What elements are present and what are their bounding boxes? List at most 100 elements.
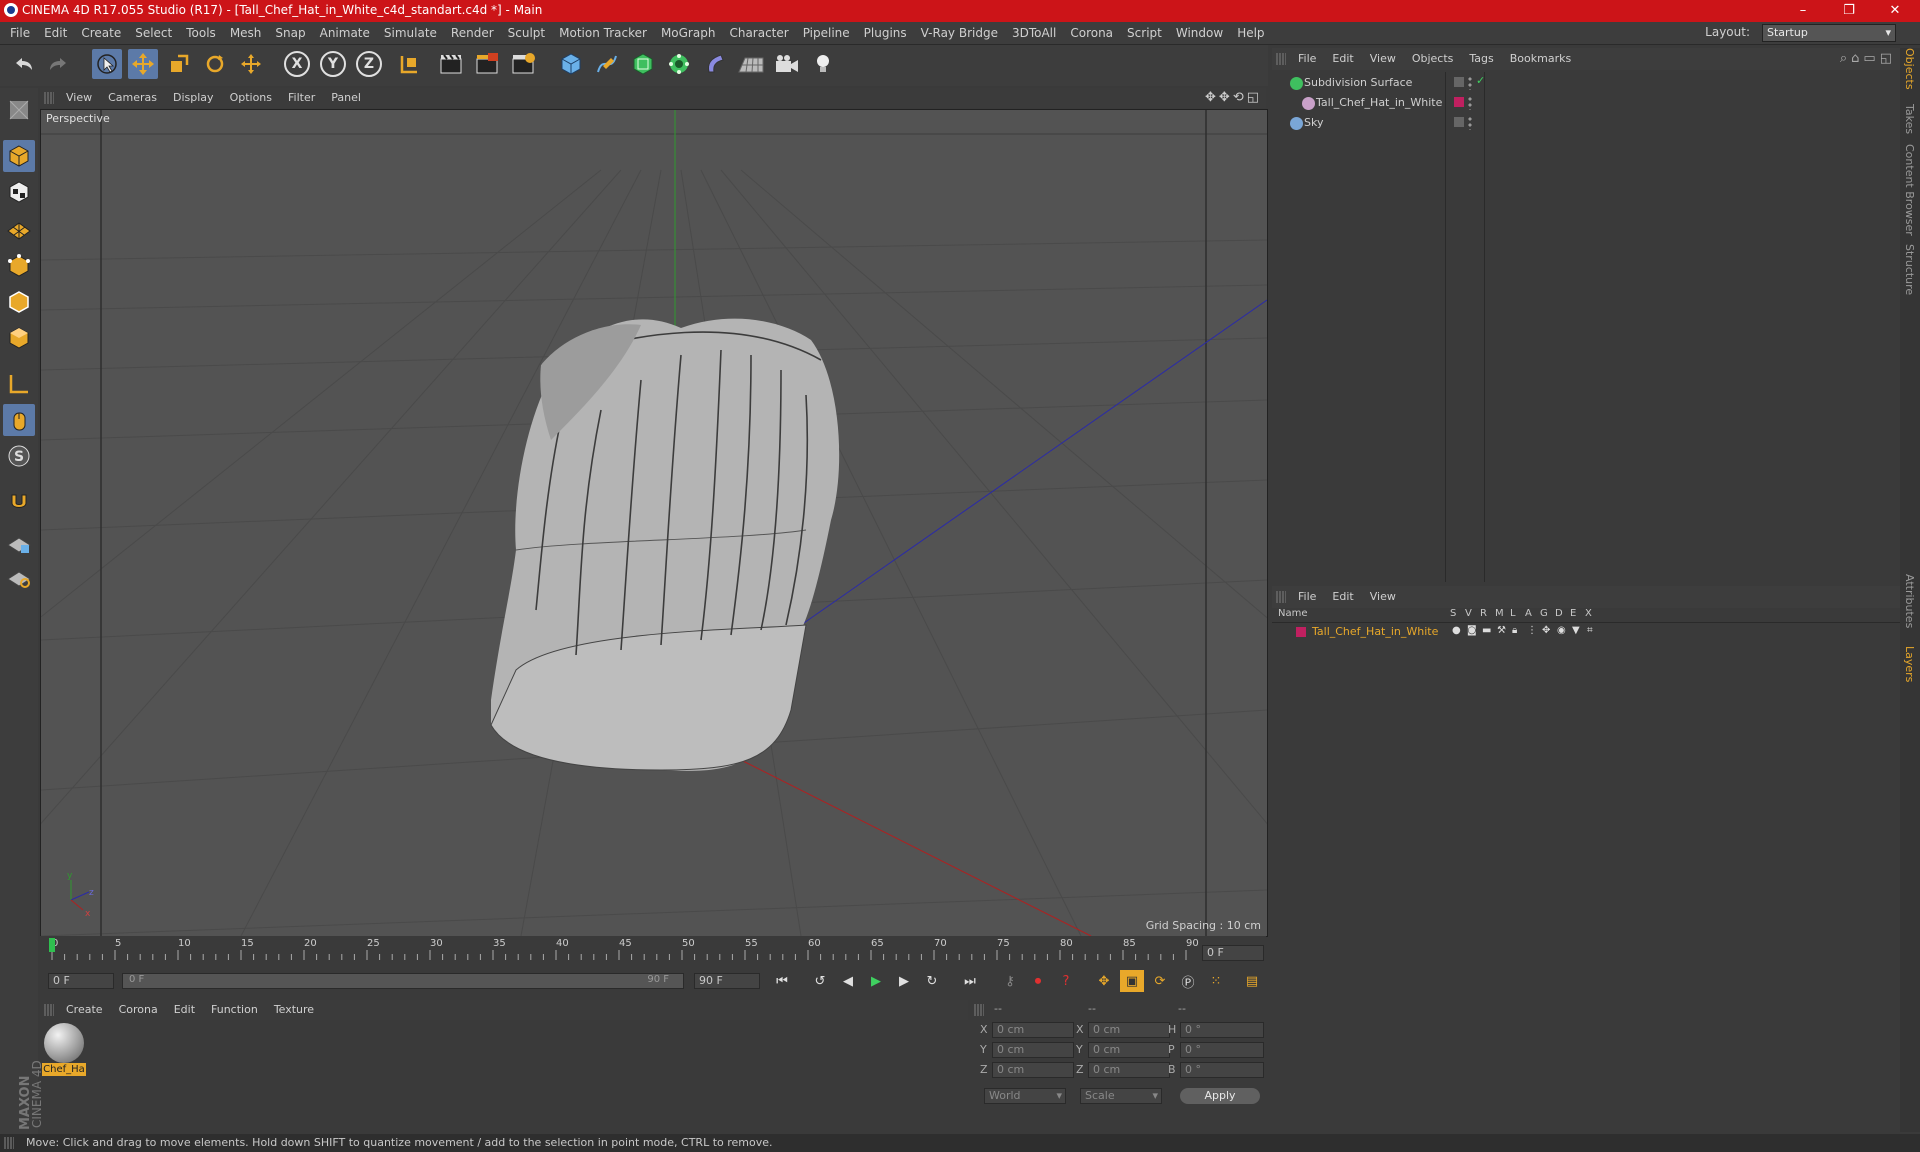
coord-field-p[interactable]: 0 ° [1180,1042,1264,1058]
viewport-menu-cameras[interactable]: Cameras [100,88,165,108]
coordinate-system-toggle[interactable] [394,49,424,79]
enabled-check-icon[interactable]: ✓ [1476,74,1485,87]
coord-field-x[interactable]: 0 cm [1088,1022,1170,1038]
menu-corona[interactable]: Corona [1063,22,1120,44]
minimize-button[interactable]: – [1780,0,1826,22]
coord-field-z[interactable]: 0 cm [1088,1062,1170,1078]
end-frame-field[interactable]: 90 F [694,973,760,989]
layer-menu-file[interactable]: File [1290,586,1324,608]
object-menu-file[interactable]: File [1290,48,1324,70]
object-menu-bookmarks[interactable]: Bookmarks [1502,48,1579,70]
layer-column-s[interactable]: S [1450,608,1456,619]
layer-flag-icon[interactable]: ▬ [1482,625,1491,636]
edges-mode-button[interactable] [3,286,35,318]
render-settings-button[interactable] [508,49,538,79]
live-selection-tool[interactable] [92,49,122,79]
layer-flag-icon[interactable]: ✥ [1542,625,1550,636]
key-position-button[interactable]: ✥ [1092,970,1116,992]
viewport-menu-view[interactable]: View [58,88,100,108]
current-frame-field[interactable]: 0 F [1202,945,1264,961]
layer-column-d[interactable]: D [1555,608,1563,619]
layer-flag-icon[interactable]: 🔒︎ [1512,625,1517,636]
scale-tool[interactable] [164,49,194,79]
apply-button[interactable]: Apply [1180,1088,1260,1104]
viewport-nav-icons[interactable]: ✥✥⟲◱ [1205,90,1262,105]
add-mograph-button[interactable] [664,49,694,79]
axis-mode-button[interactable] [3,368,35,400]
keyframe-selection-button[interactable]: ? [1054,970,1078,992]
layer-column-x[interactable]: X [1585,608,1592,619]
object-menu-tags[interactable]: Tags [1461,48,1501,70]
close-button[interactable]: ✕ [1872,0,1918,22]
layer-menu-edit[interactable]: Edit [1324,586,1361,608]
material-menu-function[interactable]: Function [203,1000,266,1020]
next-frame-button[interactable]: ▶ [892,970,916,992]
viewport-perspective[interactable]: y z x Perspective Grid Spacing : 10 cm [40,109,1268,937]
undo-button[interactable] [8,49,38,79]
object-menu-objects[interactable]: Objects [1404,48,1462,70]
layer-flag-icon[interactable]: ⌗ [1587,625,1593,636]
menu-plugins[interactable]: Plugins [857,22,914,44]
right-tab-takes[interactable]: Takes [1903,104,1916,134]
viewport-menu-display[interactable]: Display [165,88,222,108]
menu-character[interactable]: Character [722,22,795,44]
move-tool[interactable] [128,49,158,79]
add-deformer-button[interactable] [700,49,730,79]
coord-field-b[interactable]: 0 ° [1180,1062,1264,1078]
key-parameter-button[interactable]: Ⓟ [1176,970,1200,992]
redo-button[interactable] [44,49,74,79]
layer-column-r[interactable]: R [1480,608,1487,619]
record-keys-button[interactable]: ⚷ [998,970,1022,992]
y-axis-toggle[interactable]: Y [318,49,348,79]
autokeying-button[interactable]: ⏺ [1026,970,1050,992]
object-menu-view[interactable]: View [1362,48,1404,70]
tweak-mode-button[interactable] [3,404,35,436]
add-camera-button[interactable] [772,49,802,79]
menu-tools[interactable]: Tools [179,22,223,44]
scale-mode-select[interactable]: Scale ▾ [1080,1088,1162,1104]
model-mode-button[interactable] [3,140,35,172]
timeline-playhead[interactable] [49,938,55,952]
right-tab-objects[interactable]: Objects [1903,48,1916,90]
workplane-mode-button[interactable] [3,212,35,244]
material-swatch[interactable]: Chef_Ha [42,1023,86,1081]
add-floor-button[interactable] [736,49,766,79]
rotate-tool[interactable] [200,49,230,79]
workplane-rotate-button[interactable] [3,562,35,594]
layer-name[interactable]: Tall_Chef_Hat_in_White [1312,625,1438,638]
object-menu-edit[interactable]: Edit [1324,48,1361,70]
menu-file[interactable]: File [3,22,37,44]
transform-tool[interactable] [236,49,266,79]
material-menu-texture[interactable]: Texture [266,1000,322,1020]
menu-select[interactable]: Select [128,22,179,44]
layer-column-l[interactable]: L [1510,608,1516,619]
layout-select[interactable]: Startup ▾ [1762,24,1896,42]
menu-animate[interactable]: Animate [313,22,377,44]
z-axis-toggle[interactable]: Z [354,49,384,79]
layer-menu-view[interactable]: View [1362,586,1404,608]
solo-button[interactable]: S [3,440,35,472]
add-light-button[interactable] [808,49,838,79]
menu-motion-tracker[interactable]: Motion Tracker [552,22,654,44]
menu-window[interactable]: Window [1169,22,1230,44]
coord-field-x[interactable]: 0 cm [992,1022,1074,1038]
coordinate-mode-select[interactable]: World ▾ [984,1088,1066,1104]
previous-key-button[interactable]: ↺ [808,970,832,992]
object-row[interactable]: Tall_Chef_Hat_in_White [1272,94,1900,112]
frame-range-slider[interactable]: 0 F 90 F [122,973,684,989]
menu-edit[interactable]: Edit [37,22,74,44]
coord-field-y[interactable]: 0 cm [1088,1042,1170,1058]
object-row[interactable]: Sky [1272,114,1900,132]
go-to-start-button[interactable]: ⏮ [770,970,794,992]
snap-button[interactable] [3,486,35,518]
right-tab-structure[interactable]: Structure [1903,244,1916,295]
go-to-end-button[interactable]: ⏭ [958,970,982,992]
layer-color-tag[interactable] [1454,97,1464,107]
viewport-menu-filter[interactable]: Filter [280,88,323,108]
viewport-menu-options[interactable]: Options [222,88,280,108]
menu-v-ray-bridge[interactable]: V-Ray Bridge [914,22,1005,44]
previous-frame-button[interactable]: ◀ [836,970,860,992]
texture-mode-button[interactable] [3,176,35,208]
menu-help[interactable]: Help [1230,22,1271,44]
menu-mograph[interactable]: MoGraph [654,22,723,44]
